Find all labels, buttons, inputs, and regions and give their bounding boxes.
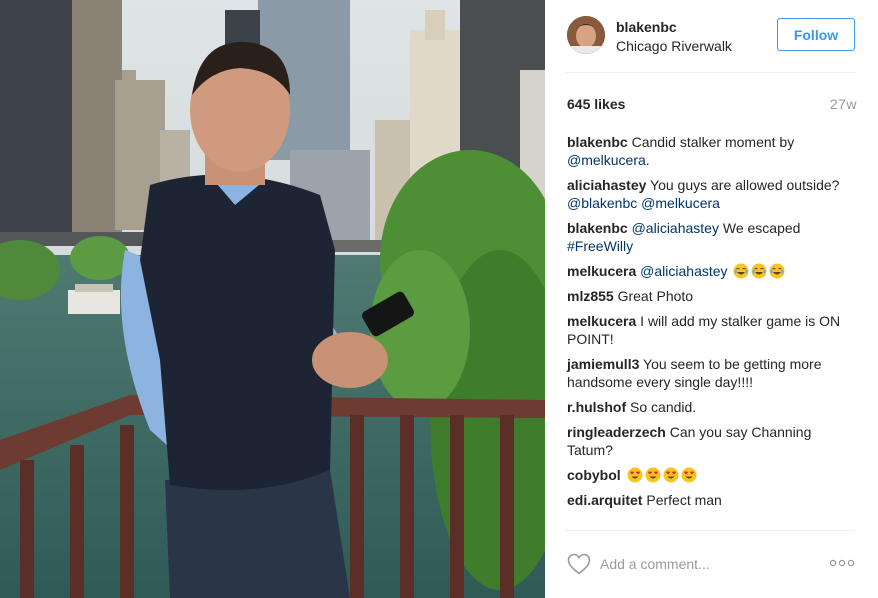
user-block: blakenbc Chicago Riverwalk: [616, 18, 732, 55]
likes-row: 645 likes 27w: [567, 95, 857, 113]
mention-link[interactable]: @blakenbc: [567, 195, 637, 211]
comment-text: So candid.: [626, 399, 697, 415]
follow-button[interactable]: Follow: [777, 18, 855, 51]
comment-item: aliciahastey You guys are allowed outsid…: [567, 176, 857, 212]
comment-author-link[interactable]: blakenbc: [567, 220, 628, 236]
comment-author-link[interactable]: jamiemull3: [567, 356, 639, 372]
heart-eyes-emoji: [681, 467, 697, 483]
comment-item: melkucera @aliciahastey: [567, 262, 857, 280]
post-footer: [565, 546, 857, 582]
mention-link[interactable]: @melkucera: [641, 195, 720, 211]
post-sidebar: blakenbc Chicago Riverwalk Follow 645 li…: [545, 0, 878, 598]
comment-item: edi.arquitet Perfect man: [567, 491, 857, 509]
comment-text: [621, 467, 625, 483]
comment-list: blakenbc Candid stalker moment by @melku…: [567, 133, 857, 516]
comment-text: Great Photo: [613, 288, 694, 304]
heart-eyes-emoji: [627, 467, 643, 483]
divider: [565, 72, 855, 73]
comment-item: blakenbc Candid stalker moment by @melku…: [567, 133, 857, 169]
comment-author-link[interactable]: edi.arquitet: [567, 492, 642, 508]
comment-author-link[interactable]: melkucera: [567, 313, 636, 329]
heart-icon[interactable]: [567, 553, 591, 575]
tears-of-joy-emoji: [769, 263, 785, 279]
profile-avatar-icon: [567, 16, 605, 54]
mention-link[interactable]: @aliciahastey: [640, 263, 727, 279]
comment-item: ringleaderzech Can you say Channing Tatu…: [567, 423, 857, 459]
comment-text: [728, 263, 732, 279]
heart-eyes-emoji: [663, 467, 679, 483]
comment-item: blakenbc @aliciahastey We escaped #FreeW…: [567, 219, 857, 255]
mention-link[interactable]: #FreeWilly: [567, 238, 633, 254]
comment-text: .: [645, 152, 650, 168]
comment-author-link[interactable]: ringleaderzech: [567, 424, 666, 440]
comment-author-link[interactable]: mlz855: [567, 288, 614, 304]
more-options-icon[interactable]: [829, 558, 855, 568]
tears-of-joy-emoji: [733, 263, 749, 279]
comment-author-link[interactable]: r.hulshof: [567, 399, 626, 415]
comment-item: mlz855 Great Photo: [567, 287, 857, 305]
comment-item: cobybol: [567, 466, 857, 484]
comment-text: Perfect man: [642, 492, 722, 508]
comment-author-link[interactable]: aliciahastey: [567, 177, 646, 193]
comment-item: r.hulshof So candid.: [567, 398, 857, 416]
likes-count[interactable]: 645 likes: [567, 96, 625, 112]
post-header: blakenbc Chicago Riverwalk Follow: [565, 16, 857, 56]
comment-author-link[interactable]: melkucera: [567, 263, 636, 279]
post-photo[interactable]: [0, 0, 545, 598]
comment-item: jamiemull3 You seem to be getting more h…: [567, 355, 857, 391]
comment-item: melkucera I will add my stalker game is …: [567, 312, 857, 348]
divider: [565, 530, 855, 531]
comment-input[interactable]: [600, 554, 810, 574]
comment-text: You guys are allowed outside?: [646, 177, 840, 193]
comment-author-link[interactable]: cobybol: [567, 467, 621, 483]
comment-text: Candid stalker moment by: [627, 134, 795, 150]
comment-text: We escaped: [718, 220, 801, 236]
mention-link[interactable]: @aliciahastey: [632, 220, 719, 236]
avatar[interactable]: [567, 16, 605, 54]
comment-author-link[interactable]: blakenbc: [567, 134, 628, 150]
photo-scene: [0, 0, 545, 598]
location-link[interactable]: Chicago Riverwalk: [616, 37, 732, 55]
username-link[interactable]: blakenbc: [616, 18, 732, 36]
post-age[interactable]: 27w: [830, 95, 857, 113]
mention-link[interactable]: @melkucera: [567, 152, 646, 168]
heart-eyes-emoji: [645, 467, 661, 483]
tears-of-joy-emoji: [751, 263, 767, 279]
